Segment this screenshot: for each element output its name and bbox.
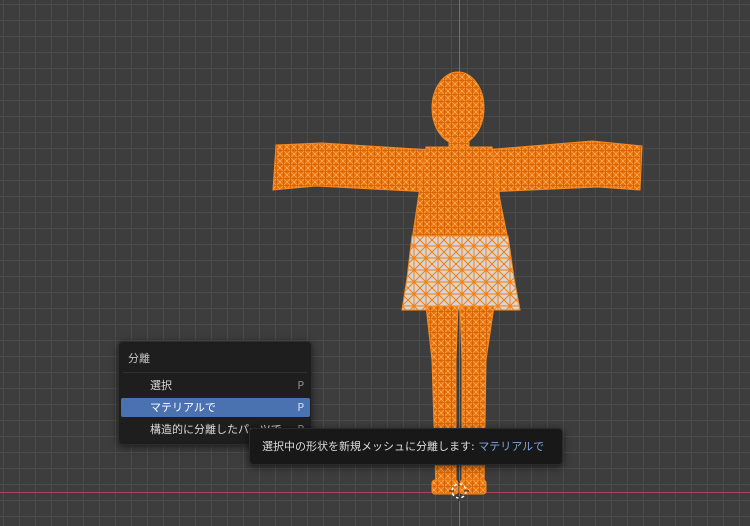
mesh-left-arm bbox=[272, 142, 433, 193]
menu-item-shortcut: P bbox=[297, 401, 304, 414]
mesh-torso bbox=[411, 146, 509, 241]
menu-item-selection[interactable]: 選択 P bbox=[121, 376, 310, 395]
menu-item-label: マテリアルで bbox=[150, 401, 216, 414]
tooltip-description: 選択中の形状を新規メッシュに分離します: bbox=[262, 440, 475, 453]
3d-cursor-icon[interactable] bbox=[449, 481, 469, 501]
menu-divider bbox=[123, 372, 307, 373]
menu-item-label: 選択 bbox=[150, 379, 172, 392]
menu-title: 分離 bbox=[128, 352, 150, 365]
mesh-head bbox=[431, 71, 485, 145]
mesh-right-arm bbox=[483, 140, 643, 193]
tooltip-highlight: マテリアルで bbox=[478, 440, 545, 453]
tooltip: 選択中の形状を新規メッシュに分離します: マテリアルで bbox=[249, 428, 563, 465]
mesh-skirt bbox=[401, 235, 521, 311]
menu-item-shortcut: P bbox=[297, 379, 304, 392]
tooltip-text: 選択中の形状を新規メッシュに分離します: マテリアルで bbox=[262, 429, 544, 464]
menu-item-by-material[interactable]: マテリアルで P bbox=[121, 398, 310, 417]
